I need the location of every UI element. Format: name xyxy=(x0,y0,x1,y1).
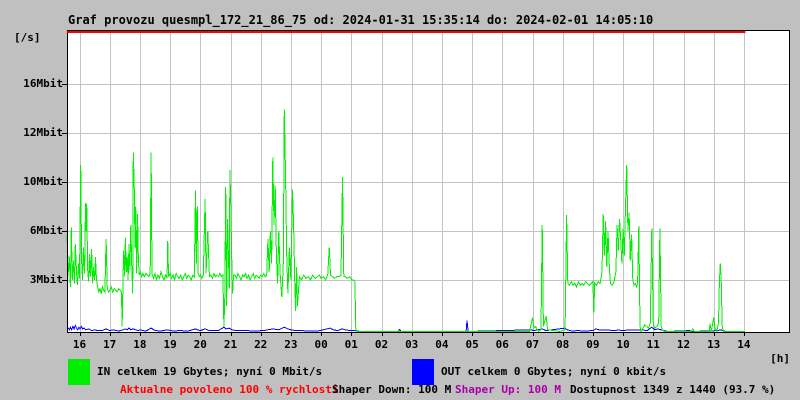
x-tick-label: 04 xyxy=(435,338,449,351)
y-tick-label: 3Mbit xyxy=(29,273,63,286)
x-tick-label: 22 xyxy=(254,338,268,351)
x-axis-unit-label: [h] xyxy=(770,352,790,365)
shaper-down-text: Shaper Down: 100 M xyxy=(332,383,452,396)
x-tick-label: 19 xyxy=(163,338,177,351)
shaper-up-text: Shaper Up: 100 M xyxy=(455,383,561,396)
legend-out-swatch xyxy=(412,359,434,385)
x-tick-label: 17 xyxy=(103,338,117,351)
x-tick-label: 13 xyxy=(707,338,721,351)
x-tick-label: 09 xyxy=(586,338,600,351)
x-tick-label: 03 xyxy=(405,338,419,351)
x-tick-label: 11 xyxy=(646,338,660,351)
legend-in-swatch xyxy=(68,359,90,385)
x-tick-label: 06 xyxy=(495,338,509,351)
x-tick-label: 21 xyxy=(223,338,238,351)
traffic-graph-page: Graf provozu quesmpl_172_21_86_75 od: 20… xyxy=(0,0,800,400)
y-tick-label: 12Mbit xyxy=(23,126,63,139)
x-tick-label: 01 xyxy=(344,338,358,351)
y-tick-label: 6Mbit xyxy=(29,224,63,237)
availability-text: Dostupnost 1349 z 1440 (93.7 %) xyxy=(570,383,776,396)
y-tick-label: 10Mbit xyxy=(23,175,63,188)
x-axis-labels: 16 17 18 19 20 21 22 23 00 01 02 03 04 05 06 07 08 09 10 11… xyxy=(62,338,795,352)
x-tick-label: 08 xyxy=(556,338,570,351)
x-tick-label: 07 xyxy=(525,338,540,351)
x-tick-label: 00 xyxy=(314,338,328,351)
x-tick-label: 20 xyxy=(193,338,207,351)
legend-out-label: OUT celkem 0 Gbytes; nyní 0 kbit/s xyxy=(441,365,667,378)
allowed-speed-text: Aktualne povoleno 100 % rychlosti xyxy=(120,383,339,396)
legend-in-label: IN celkem 19 Gbytes; nyní 0 Mbit/s xyxy=(97,365,323,378)
x-tick-label: 02 xyxy=(374,338,389,351)
x-tick-label: 14 xyxy=(737,338,751,351)
x-tick-label: 05 xyxy=(465,338,479,351)
x-tick-label: 10 xyxy=(616,338,630,351)
y-axis-labels: 3Mbit 6Mbit 10Mbit 12Mbit 16Mbit xyxy=(0,30,65,333)
x-tick-label: 18 xyxy=(133,338,147,351)
x-tick-label: 23 xyxy=(284,338,298,351)
plot-area xyxy=(67,30,790,333)
page-title: Graf provozu quesmpl_172_21_86_75 od: 20… xyxy=(68,13,654,27)
x-tick-label: 16 xyxy=(72,338,87,351)
y-tick-label: 16Mbit xyxy=(23,77,63,90)
traffic-chart xyxy=(62,30,790,336)
x-tick-label: 12 xyxy=(676,338,691,351)
